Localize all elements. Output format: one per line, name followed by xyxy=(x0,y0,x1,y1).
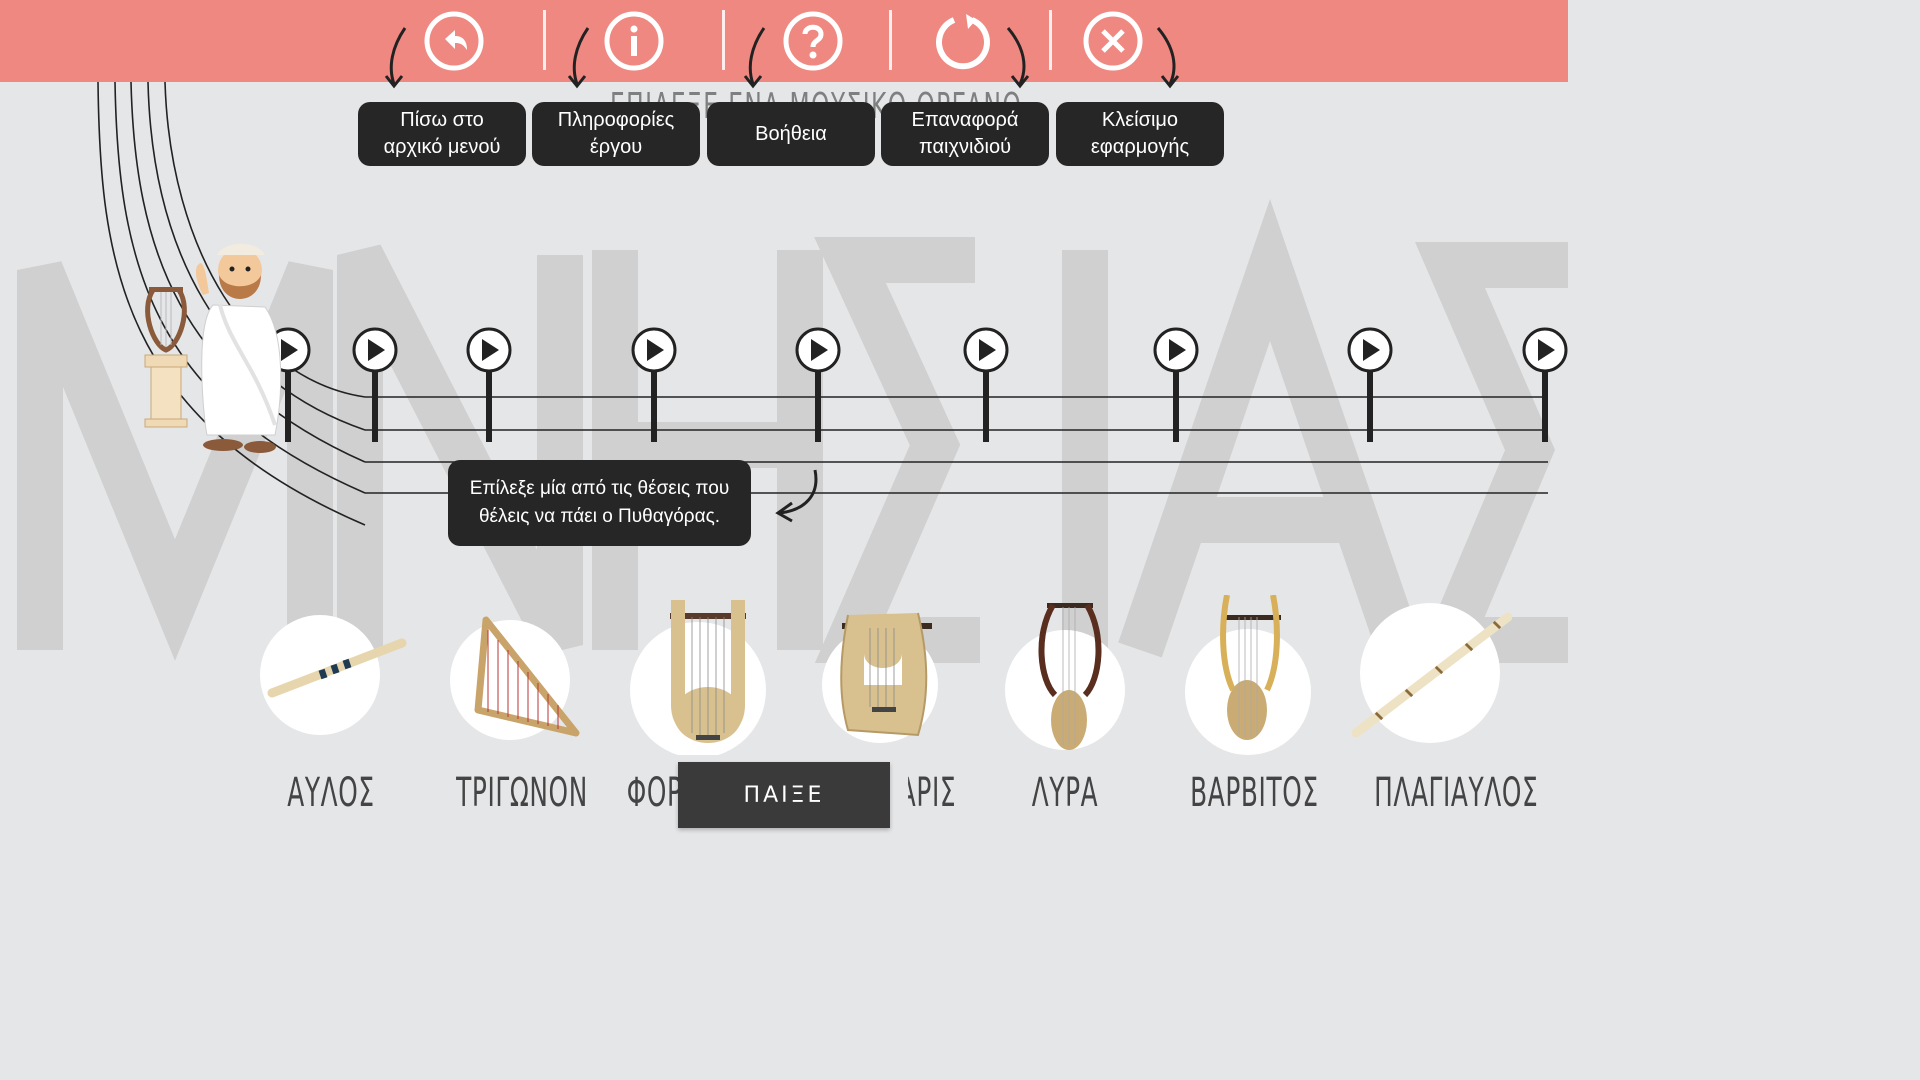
instrument-plagiaulos[interactable] xyxy=(1351,595,1513,755)
help-tooltip: Βοήθεια xyxy=(707,102,875,166)
close-tooltip-line-1: Κλείσιμο xyxy=(1101,109,1179,131)
play-icon xyxy=(1347,327,1393,442)
instrument-barbitos[interactable] xyxy=(1183,594,1343,755)
lyra-icon xyxy=(1005,603,1125,750)
instrument-trigonon[interactable] xyxy=(448,595,608,755)
hint-arrow-icon xyxy=(775,469,818,523)
play-icon xyxy=(631,327,677,442)
close-tooltip-line-2: εφαρμογής xyxy=(1090,136,1190,158)
play-icon xyxy=(795,327,841,442)
play-icon xyxy=(963,327,1009,442)
instrument-label-trigonon: ΤΡΙΓΩΝΟΝ xyxy=(456,770,588,816)
game-stage: ΕΠΙΛΕΞΕ ΕΝΑ ΜΟΥΣΙΚΟ ΟΡΓΑΝΟ xyxy=(0,0,1568,882)
instrument-lyra[interactable] xyxy=(1005,595,1165,755)
instrument-phorminx[interactable] xyxy=(620,595,780,758)
position-marker[interactable] xyxy=(962,326,1010,448)
instrument-aulos[interactable] xyxy=(260,595,420,755)
position-marker[interactable] xyxy=(1346,326,1394,448)
play-icon xyxy=(466,327,512,442)
pythagoras-character xyxy=(144,243,282,453)
instrument-label-barbitos: ΒΑΡΒΙΤΟΣ xyxy=(1190,770,1319,816)
aulos-icon xyxy=(260,615,407,735)
phorminx-icon xyxy=(630,600,766,758)
restart-tooltip: Επαναφορά παιχνιδιού xyxy=(881,102,1049,166)
restart-tooltip-line-1: Επαναφορά xyxy=(911,109,1019,131)
info-tooltip-line-2: έργου xyxy=(589,136,643,158)
hint-tooltip: Επίλεξε μία από τις θέσεις που θέλεις να… xyxy=(448,460,751,546)
back-tooltip-line-2: αρχικό μενού xyxy=(383,136,501,158)
close-tooltip: Κλείσιμο εφαρμογής xyxy=(1056,102,1224,166)
position-marker[interactable] xyxy=(794,326,842,448)
play-icon xyxy=(1522,327,1568,442)
position-marker[interactable] xyxy=(351,326,399,448)
play-icon xyxy=(1153,327,1199,442)
play-button[interactable]: ΠΑΙΞΕ xyxy=(678,762,890,828)
back-tooltip-line-1: Πίσω στο xyxy=(400,109,484,131)
position-marker[interactable] xyxy=(630,326,678,448)
restart-tooltip-line-2: παιχνιδιού xyxy=(918,136,1012,158)
play-icon xyxy=(352,327,398,442)
kitharis-icon xyxy=(822,612,938,743)
back-tooltip: Πίσω στο αρχικό μενού xyxy=(358,102,526,166)
info-tooltip: Πληροφορίες έργου xyxy=(532,102,700,166)
hint-line-1: Επίλεξε μία από τις θέσεις που xyxy=(469,478,730,499)
barbitos-icon xyxy=(1185,594,1311,755)
hint-line-2: θέλεις να πάει ο Πυθαγόρας. xyxy=(478,506,721,527)
help-tooltip-line-1: Βοήθεια xyxy=(755,122,827,145)
instrument-label-lyra: ΛΥΡΑ xyxy=(1031,770,1099,816)
instrument-label-aulos: ΑΥΛΟΣ xyxy=(287,770,375,816)
info-tooltip-line-1: Πληροφορίες xyxy=(557,109,675,131)
plagiaulos-icon xyxy=(1351,603,1513,743)
position-marker[interactable] xyxy=(1152,326,1200,448)
position-marker[interactable] xyxy=(1521,326,1568,448)
trigonon-icon xyxy=(450,616,580,740)
position-marker[interactable] xyxy=(465,326,513,448)
instrument-label-plagiaulos: ΠΛΑΓΙΑΥΛΟΣ xyxy=(1374,770,1539,816)
instrument-kitharis[interactable] xyxy=(818,595,978,755)
